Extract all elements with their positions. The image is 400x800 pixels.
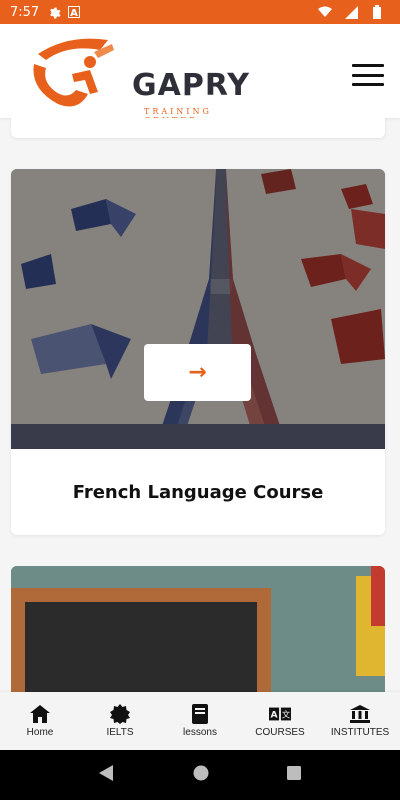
open-course-button[interactable]: → bbox=[144, 344, 251, 401]
nav-item-lessons[interactable]: lessons bbox=[165, 704, 235, 738]
nav-item-courses[interactable]: A文 COURSES bbox=[245, 704, 315, 738]
svg-text:文: 文 bbox=[282, 710, 290, 720]
status-bar: 7:57 A bbox=[0, 0, 400, 24]
image-overlay bbox=[11, 169, 385, 449]
svg-text:A: A bbox=[70, 8, 78, 18]
previous-course-card[interactable] bbox=[11, 118, 385, 138]
bottom-nav: Home IELTS lessons A文 COURSES INSTITUTES bbox=[0, 692, 400, 750]
institute-icon bbox=[349, 704, 371, 724]
recents-icon[interactable] bbox=[287, 765, 301, 785]
nav-item-home[interactable]: Home bbox=[5, 704, 75, 738]
logo-text: GAPRY bbox=[132, 68, 251, 103]
battery-icon bbox=[370, 5, 384, 19]
course-list: → French Language Course bbox=[0, 118, 400, 692]
nav-label-home: Home bbox=[26, 727, 54, 738]
system-nav-bar bbox=[0, 750, 400, 800]
home-icon bbox=[29, 704, 51, 724]
badge-icon bbox=[109, 704, 131, 724]
status-time: 7:57 bbox=[10, 4, 40, 20]
course-title[interactable]: French Language Course bbox=[11, 449, 385, 535]
nav-item-institutes[interactable]: INSTITUTES bbox=[325, 704, 395, 738]
svg-text:A: A bbox=[270, 710, 278, 721]
course-card-next[interactable] bbox=[11, 566, 385, 692]
back-icon[interactable] bbox=[99, 764, 115, 786]
home-circle-icon[interactable] bbox=[193, 765, 209, 786]
nav-label-institutes: INSTITUTES bbox=[330, 727, 390, 738]
hamburger-icon[interactable] bbox=[352, 64, 384, 86]
course-image: → bbox=[11, 169, 385, 449]
book-icon bbox=[189, 704, 211, 724]
gear-icon bbox=[47, 5, 61, 19]
signal-icon bbox=[344, 5, 358, 19]
app-header: GAPRY TRAINING CENTER bbox=[0, 24, 400, 125]
nav-label-courses: COURSES bbox=[255, 727, 305, 738]
nav-label-lessons: lessons bbox=[183, 727, 217, 738]
course-card-french[interactable]: → French Language Course bbox=[11, 169, 385, 535]
text-a-icon: A bbox=[67, 5, 81, 19]
wifi-icon bbox=[318, 5, 332, 19]
translate-icon: A文 bbox=[269, 704, 291, 724]
course-image-next bbox=[11, 566, 385, 692]
nav-item-ielts[interactable]: IELTS bbox=[85, 704, 155, 738]
nav-label-ielts: IELTS bbox=[106, 727, 134, 738]
gapry-logo[interactable]: GAPRY TRAINING CENTER bbox=[28, 34, 249, 125]
arrow-right-icon: → bbox=[188, 360, 207, 385]
logo-emblem-icon bbox=[33, 38, 114, 107]
